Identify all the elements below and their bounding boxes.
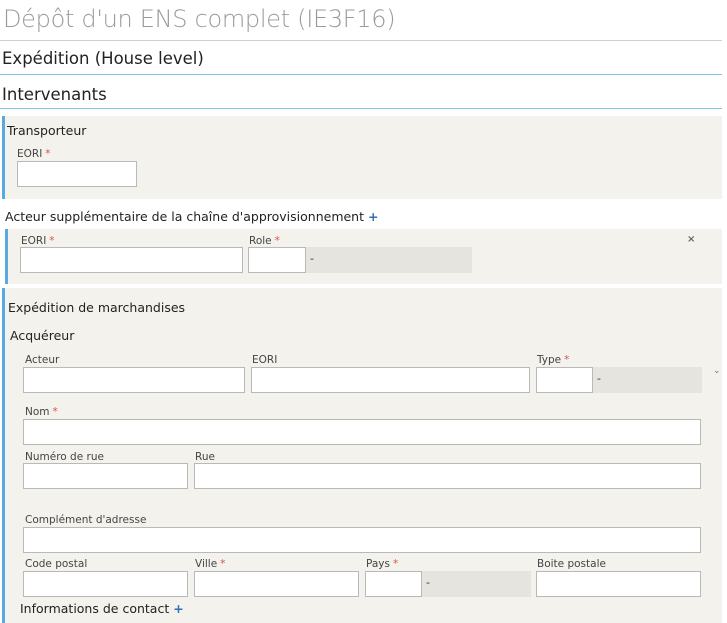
acquereur-nom-label: Nom * [25,406,58,418]
acteur-supp-role-description: - [306,247,472,273]
section-divider [0,108,722,109]
section-intervenants: Intervenants [2,85,107,104]
section-expedition-house: Expédition (House level) [2,49,204,68]
acquereur-boite-postale-input[interactable] [536,571,701,597]
title-divider [0,40,722,41]
acquereur-eori-label: EORI [252,354,278,366]
acquereur-acteur-label: Acteur [25,354,60,366]
acquereur-numero-rue-input[interactable] [23,463,188,489]
expedition-marchandises-title: Expédition de marchandises [8,300,186,315]
required-mark: * [274,235,280,247]
expedition-marchandises-panel: Expédition de marchandises Acquéreur Act… [2,288,722,623]
acquereur-nom-input[interactable] [23,419,701,445]
required-mark: * [49,235,55,247]
acteur-supp-eori-input[interactable] [20,247,243,273]
acquereur-acteur-input[interactable] [23,367,245,393]
transporteur-panel: Transporteur EORI * [2,116,722,199]
acquereur-numero-rue-label: Numéro de rue [25,451,104,463]
transporteur-eori-label: EORI * [17,148,51,160]
required-mark: * [392,558,399,570]
acteur-supp-role-input[interactable] [248,247,306,273]
acteur-supp-title: Acteur supplémentaire de la chaîne d'app… [5,209,379,224]
acquereur-ville-input[interactable] [194,571,359,597]
required-mark: * [220,558,226,570]
chevron-down-icon[interactable]: ⌄ [713,366,721,376]
required-mark: * [45,148,51,160]
required-mark: * [564,354,570,366]
acquereur-code-postal-input[interactable] [23,571,188,597]
acteur-supp-panel: EORI * Role * - × [5,229,722,284]
add-contact-icon[interactable]: + [173,601,183,616]
acteur-supp-role-label: Role * [249,235,280,247]
remove-acteur-icon[interactable]: × [687,234,695,245]
acquereur-complement-label: Complément d'adresse [25,514,147,526]
acquereur-complement-input[interactable] [23,527,701,553]
acquereur-type-description: - [593,367,702,393]
acquereur-pays-input[interactable] [365,571,422,597]
acquereur-pays-description: - [422,571,531,597]
transporteur-eori-input[interactable] [17,161,137,187]
acquereur-type-label: Type * [537,354,570,366]
acquereur-title: Acquéreur [10,328,75,343]
transporteur-title: Transporteur [7,123,87,138]
acquereur-pays-label: Pays * [366,558,399,570]
add-acteur-icon[interactable]: + [368,209,378,224]
acquereur-ville-label: Ville * [195,558,226,570]
required-mark: * [52,406,58,418]
acquereur-rue-label: Rue [195,451,215,463]
contact-title: Informations de contact + [20,601,184,616]
page-title: Dépôt d'un ENS complet (IE3F16) [3,5,396,33]
acquereur-type-input[interactable] [536,367,593,393]
acquereur-rue-input[interactable] [194,463,701,489]
acquereur-boite-postale-label: Boite postale [537,558,606,570]
acteur-supp-eori-label: EORI * [21,235,55,247]
acquereur-eori-input[interactable] [251,367,530,393]
acquereur-code-postal-label: Code postal [25,558,88,570]
section-divider [0,74,722,75]
